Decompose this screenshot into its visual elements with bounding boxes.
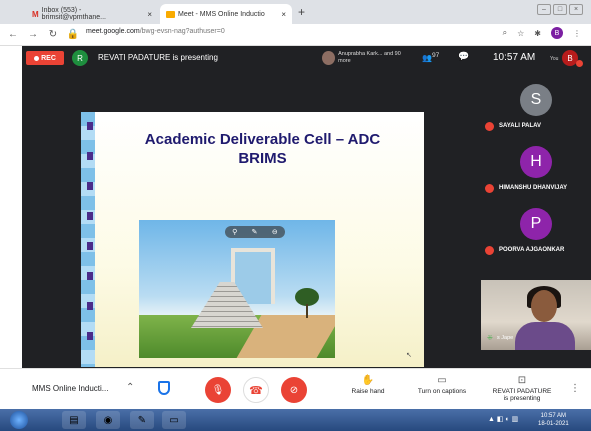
presenter-avatar: R	[72, 50, 88, 66]
system-tray-icons[interactable]: ▲ ◧ ◐ ▥	[488, 415, 518, 423]
taskbar-time: 10:57 AM	[540, 413, 567, 419]
profile-avatar[interactable]: B	[551, 27, 563, 39]
meet-control-bar: MMS Online Inducti... ⌃ 🎙 ☎ ⊘ ✋ Raise ha…	[0, 368, 591, 409]
muted-icon	[485, 122, 494, 131]
record-dot-icon	[34, 55, 40, 61]
presenter-status-button[interactable]: ⊡ REVATI PADATURE is presenting	[488, 375, 556, 402]
people-count: 97	[431, 52, 440, 59]
more-options-icon[interactable]: ⋮	[570, 383, 580, 394]
leave-call-button[interactable]: ☎	[243, 377, 269, 403]
presenter-line2: is presenting	[503, 395, 541, 402]
minus-icon[interactable]: ⊖	[272, 228, 278, 236]
participant-tile[interactable]: H HIMANSHU DHANVIJAY	[481, 140, 591, 196]
rec-label: REC	[41, 54, 56, 62]
captions-label: Turn on captions	[417, 388, 467, 395]
presenting-text: REVATI PADATURE is presenting	[98, 53, 218, 62]
meeting-name[interactable]: MMS Online Inducti...	[32, 384, 108, 393]
tab-meet[interactable]: Meet - MMS Online Inductio ×	[160, 4, 292, 24]
presenter-line1: REVATI PADATURE	[492, 388, 552, 395]
slide-title-line1: Academic Deliverable Cell – ADC	[144, 131, 381, 148]
close-window-button[interactable]: ×	[569, 4, 583, 15]
url-field[interactable]: meet.google.com/bwg-evsn-nag?authuser=0	[86, 28, 225, 35]
recording-badge: REC	[26, 51, 64, 65]
participant-tiles: S SAYALI PALAV H HIMANSHU DHANVIJAY P PO…	[481, 70, 591, 368]
muted-icon	[485, 246, 494, 255]
maximize-button[interactable]: □	[553, 4, 567, 15]
speaking-icon: ⁜	[487, 335, 493, 342]
raise-hand-button[interactable]: ✋ Raise hand	[348, 375, 388, 395]
tab-label: Meet - MMS Online Inductio	[178, 10, 265, 18]
captions-button[interactable]: ▭ Turn on captions	[412, 375, 472, 395]
cursor-icon: ↖	[406, 352, 412, 359]
taskbar-folder-icon[interactable]: ▭	[162, 411, 186, 429]
url-path: /bwg-evsn-nag?authuser=0	[139, 28, 225, 35]
taskbar: ▤ ◉ ✎ ▭ ▲ ◧ ◐ ▥ 10:57 AM 18-01-2021	[0, 409, 591, 431]
meet-stage: REC R REVATI PADATURE is presenting Anup…	[22, 46, 591, 368]
participant-name: HIMANSHU DHANVIJAY	[499, 185, 568, 191]
back-icon[interactable]: ←	[6, 29, 20, 40]
slide-tabs-decoration	[87, 112, 93, 367]
lock-icon[interactable]: 🔒	[66, 29, 80, 40]
participant-name: POORVA AJGAONKAR	[499, 247, 565, 253]
participant-avatar: S	[520, 84, 552, 116]
minimize-button[interactable]: –	[537, 4, 551, 15]
extensions-icon[interactable]: ✱	[534, 29, 541, 38]
chat-icon[interactable]: 💬	[458, 51, 469, 62]
close-icon[interactable]: ×	[147, 10, 152, 19]
tab-label: Inbox (553) - brimsit@vpmthane...	[41, 7, 106, 21]
participant-name: s Jape	[497, 335, 514, 341]
mic-off-button[interactable]: 🎙	[205, 377, 231, 403]
close-icon[interactable]: ×	[281, 10, 286, 19]
url-host: meet.google.com	[86, 28, 140, 35]
start-button[interactable]	[10, 411, 28, 429]
mic-icon[interactable]: ⚲	[232, 228, 237, 236]
camera-off-button[interactable]: ⊘	[281, 377, 307, 403]
zoom-icon[interactable]: ⌕	[503, 28, 507, 38]
forward-icon[interactable]: →	[26, 29, 40, 40]
captions-icon: ▭	[437, 375, 447, 386]
address-actions: ⌕ ☆ ✱ B ⋮	[503, 27, 581, 39]
address-bar: ← → ↻ 🔒 meet.google.com/bwg-evsn-nag?aut…	[0, 24, 591, 46]
present-icon: ⊡	[517, 375, 527, 386]
taskbar-notepad-icon[interactable]: ▤	[62, 411, 86, 429]
new-tab-button[interactable]: +	[298, 5, 305, 19]
slide-title: Academic Deliverable Cell – ADC BRIMS	[101, 130, 424, 168]
participant-avatar: P	[520, 208, 552, 240]
meeting-clock: 10:57 AM	[493, 52, 536, 63]
participant-video-tile[interactable]: ⁜ s Jape	[481, 280, 591, 350]
menu-icon[interactable]: ⋮	[573, 29, 581, 38]
browser-tab-strip: M Inbox (553) - brimsit@vpmthane... × Me…	[0, 0, 591, 24]
meet-top-bar: REC R REVATI PADATURE is presenting Anup…	[22, 46, 591, 70]
participants-preview[interactable]: Anuprabha Kark... and 90 more	[322, 48, 410, 68]
gmail-icon: M	[32, 9, 39, 19]
taskbar-app-icon[interactable]: ✎	[130, 411, 154, 429]
presentation-controls[interactable]: ⚲ ✎ ⊖	[225, 226, 285, 238]
participant-name: SAYALI PALAV	[499, 123, 542, 129]
pin-icon[interactable]: ✎	[252, 228, 258, 236]
raise-hand-label: Raise hand	[351, 388, 385, 395]
muted-icon	[576, 60, 583, 67]
reload-icon[interactable]: ↻	[46, 29, 60, 40]
taskbar-date: 18-01-2021	[538, 421, 569, 427]
tab-gmail[interactable]: M Inbox (553) - brimsit@vpmthane... ×	[26, 4, 158, 24]
meet-icon	[166, 10, 175, 18]
hand-icon: ✋	[361, 375, 375, 386]
participants-preview-text: Anuprabha Kark... and 90 more	[338, 51, 401, 64]
participant-tile[interactable]: P POORVA AJGAONKAR	[481, 202, 591, 258]
star-icon[interactable]: ☆	[517, 29, 524, 38]
you-label: You	[550, 56, 559, 62]
taskbar-clock[interactable]: 10:57 AM 18-01-2021	[538, 412, 569, 428]
taskbar-chrome-icon[interactable]: ◉	[96, 411, 120, 429]
slide-image-stairway: ⚲ ✎ ⊖	[139, 220, 335, 358]
window-controls: – □ ×	[537, 4, 583, 15]
muted-icon	[485, 184, 494, 193]
participant-tile[interactable]: S SAYALI PALAV	[481, 78, 591, 134]
chevron-up-icon[interactable]: ⌃	[126, 382, 134, 393]
people-icon[interactable]: 👥97	[422, 52, 439, 63]
participant-avatar: H	[520, 146, 552, 178]
slide-title-line2: BRIMS	[238, 150, 287, 167]
presented-slide: Academic Deliverable Cell – ADC BRIMS ⚲ …	[81, 112, 424, 367]
shield-icon[interactable]	[158, 381, 170, 395]
participant-avatar	[322, 51, 336, 65]
